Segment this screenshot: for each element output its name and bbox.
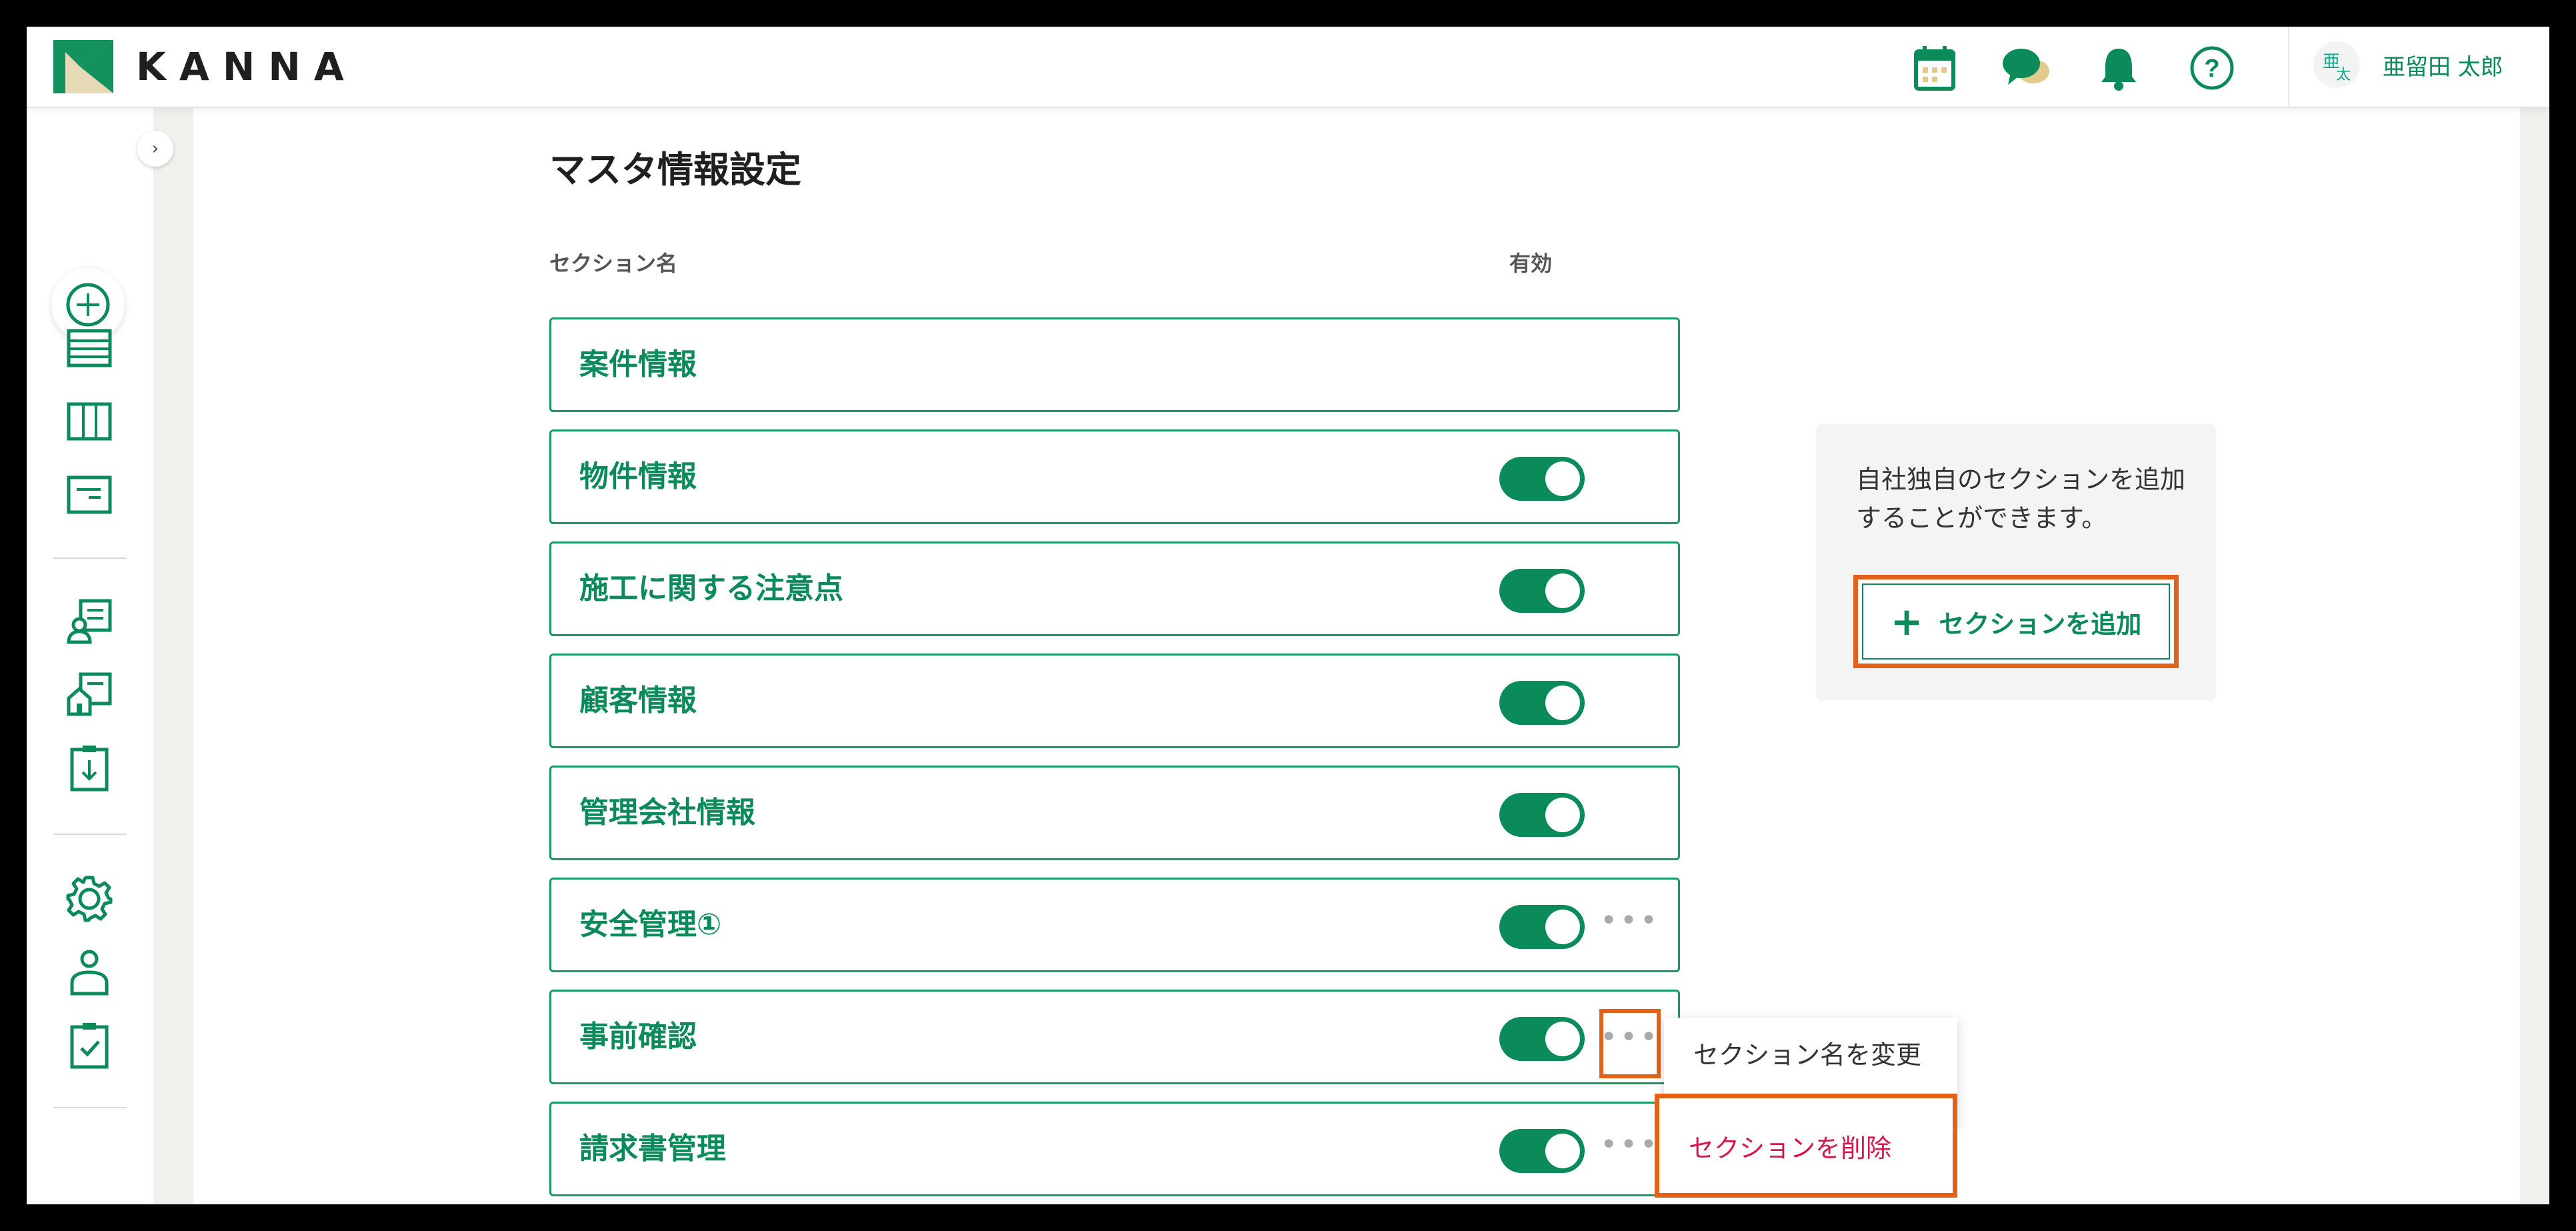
kanna-logo-icon [53, 40, 113, 93]
more-options-button[interactable]: ••• [1600, 906, 1657, 945]
section-enabled-toggle[interactable] [1499, 457, 1585, 501]
list-icon[interactable] [63, 321, 116, 375]
more-options-button[interactable]: ••• [1600, 1130, 1657, 1169]
main-content: マスタ情報設定 セクション名 有効 案件情報物件情報施工に関する注意点 顧客情報管… [193, 107, 2520, 1204]
section-row[interactable]: 事前確認 ••• [549, 990, 1680, 1084]
toggle-knob [1545, 461, 1580, 496]
section-row[interactable]: 顧客情報 [549, 654, 1680, 748]
column-header-enabled: 有効 [1509, 251, 1553, 276]
section-name: 管理会社情報 [579, 796, 755, 830]
user-icon[interactable] [63, 946, 116, 999]
sidebar-divider [53, 1107, 127, 1108]
section-enabled-toggle[interactable] [1499, 681, 1585, 725]
avatar: 亜 太 [2313, 41, 2360, 88]
toggle-knob [1545, 573, 1580, 608]
menu-item-delete-section[interactable]: セクションを削除 [1655, 1094, 1957, 1198]
plus-icon: + [1890, 599, 1923, 644]
section-row[interactable]: 請求書管理 ••• [549, 1102, 1680, 1196]
section-name: 請求書管理 [579, 1132, 726, 1166]
kanna-logo[interactable]: KANNA [53, 40, 357, 93]
section-name: 安全管理① [579, 908, 722, 942]
toggle-knob [1545, 798, 1580, 832]
section-row[interactable]: 安全管理① ••• [549, 878, 1680, 972]
sidebar [27, 107, 153, 1204]
section-enabled-toggle[interactable] [1499, 905, 1585, 949]
customer-icon[interactable] [63, 595, 116, 648]
user-name: 亜留田 太郎 [2383, 53, 2503, 81]
toggle-knob [1545, 910, 1580, 944]
section-row[interactable]: 管理会社情報 [549, 766, 1680, 860]
checklist-icon[interactable] [63, 1019, 116, 1072]
section-enabled-toggle[interactable] [1499, 1129, 1585, 1173]
toggle-knob [1545, 1134, 1580, 1168]
download-icon[interactable] [63, 742, 116, 795]
toggle-knob [1545, 1022, 1580, 1056]
ellipsis-icon: ••• [1600, 1128, 1660, 1162]
section-name: 施工に関する注意点 [579, 571, 843, 605]
top-header: KANNA ? 亜 太 亜留田 太郎 [27, 27, 2549, 108]
section-enabled-toggle[interactable] [1499, 569, 1585, 613]
section-row[interactable]: 物件情報 [549, 429, 1680, 524]
column-header-section-name: セクション名 [549, 251, 678, 276]
section-name: 顧客情報 [579, 684, 697, 718]
sidebar-collapse-button[interactable]: › [137, 131, 173, 167]
more-options-button[interactable]: ••• [1599, 1009, 1661, 1078]
add-section-description: 自社独自のセクションを追加することができます。 [1856, 465, 2186, 533]
user-menu[interactable]: 亜 太 亜留田 太郎 [2313, 41, 2503, 88]
document-icon[interactable] [63, 468, 116, 521]
menu-item-rename-section[interactable]: セクション名を変更 [1664, 1018, 1957, 1087]
section-row[interactable]: 施工に関する注意点 [549, 541, 1680, 636]
toggle-knob [1545, 686, 1580, 720]
property-icon[interactable] [63, 668, 116, 722]
add-section-label: セクションを追加 [1939, 609, 2142, 639]
app-name: KANNA [136, 44, 357, 89]
app-window: KANNA ? 亜 太 亜留田 太郎 › マスタ情報設定 セクション名 有効 案… [27, 27, 2549, 1204]
bell-icon[interactable] [2091, 40, 2147, 96]
svg-text:?: ? [2204, 55, 2219, 83]
add-section-panel: 自社独自のセクションを追加することができます。 + セクションを追加 [1816, 424, 2216, 700]
board-icon[interactable] [63, 395, 116, 448]
calendar-icon[interactable] [1907, 40, 1963, 96]
chat-icon[interactable] [1999, 40, 2055, 96]
help-icon[interactable]: ? [2184, 40, 2240, 96]
section-row[interactable]: 案件情報 [549, 317, 1680, 412]
section-context-menu: セクション名を変更 セクションを削除 [1655, 1018, 1957, 1198]
section-name: 案件情報 [579, 347, 697, 381]
add-section-button[interactable]: + セクションを追加 [1853, 575, 2179, 668]
section-name: 物件情報 [579, 459, 697, 493]
sidebar-divider [53, 557, 127, 559]
section-name: 事前確認 [579, 1020, 697, 1054]
section-enabled-toggle[interactable] [1499, 793, 1585, 837]
section-enabled-toggle[interactable] [1499, 1017, 1585, 1061]
ellipsis-icon: ••• [1600, 1020, 1660, 1054]
settings-icon[interactable] [63, 872, 116, 926]
header-divider [2288, 27, 2289, 107]
sidebar-divider [53, 834, 127, 835]
ellipsis-icon: ••• [1600, 904, 1660, 938]
page-title: マスタ情報設定 [549, 149, 801, 191]
